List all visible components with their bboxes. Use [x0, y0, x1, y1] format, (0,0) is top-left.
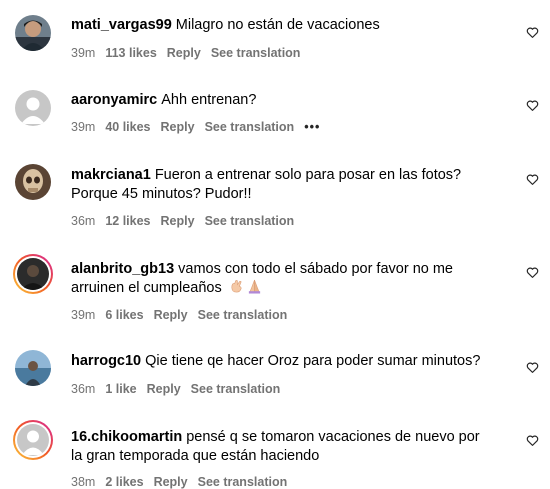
default-avatar-icon [15, 90, 51, 126]
comment-text: alanbrito_gb13 vamos con todo el sábado p… [71, 260, 511, 298]
comment-body: Ahh entrenan? [161, 92, 257, 108]
comment-username[interactable]: 16.chikoomartin [71, 429, 182, 445]
comment-text: 16.chikoomartin pensé q se tomaron vacaci… [71, 428, 511, 466]
comment-username[interactable]: mati_vargas99 [71, 17, 172, 33]
comment-meta: 36m 1 like Reply See translation [71, 382, 290, 396]
comment-username[interactable]: makrciana1 [71, 167, 151, 183]
likes-count[interactable]: 12 likes [105, 214, 150, 228]
comment-body-line2: la gran temporada que están haciendo [71, 448, 320, 464]
comment-body: Qie tiene qe hacer Oroz para poder sumar… [145, 353, 481, 369]
see-translation-link[interactable]: See translation [211, 46, 301, 60]
heart-icon[interactable] [526, 26, 539, 39]
avatar[interactable] [13, 420, 53, 460]
avatar[interactable] [13, 254, 53, 294]
likes-count[interactable]: 1 like [105, 382, 136, 396]
hand-gesture-emoji [231, 280, 242, 293]
photo-man-icon [15, 15, 51, 51]
reply-button[interactable]: Reply [167, 46, 201, 60]
comment-time: 36m [71, 214, 96, 228]
see-translation-link[interactable]: See translation [205, 214, 295, 228]
comment-username[interactable]: harrogc10 [71, 353, 141, 369]
avatar[interactable] [15, 90, 51, 126]
comment-body-line2: Porque 45 minutos? Pudor!! [71, 186, 252, 202]
comment-username[interactable]: alanbrito_gb13 [71, 261, 174, 277]
reply-button[interactable]: Reply [154, 308, 188, 322]
comment-time: 39m [71, 120, 96, 134]
reply-button[interactable]: Reply [154, 475, 188, 489]
reply-button[interactable]: Reply [147, 382, 181, 396]
reply-button[interactable]: Reply [161, 120, 195, 134]
avatar[interactable] [15, 164, 51, 200]
comment-text: harrogc10 Qie tiene qe hacer Oroz para po… [71, 352, 511, 371]
heart-icon[interactable] [526, 173, 539, 186]
comment-body-line2: arruinen el cumpleaños [71, 280, 222, 296]
comment-meta: 36m 12 likes Reply See translation [71, 214, 304, 228]
photo-dark-icon [17, 258, 49, 290]
comment-meta: 39m 113 likes Reply See translation [71, 46, 310, 60]
photo-landscape-icon [15, 350, 51, 386]
heart-icon[interactable] [526, 266, 539, 279]
comment-time: 36m [71, 382, 96, 396]
heart-icon[interactable] [526, 361, 539, 374]
comment-text: makrciana1 Fueron a entrenar solo para po… [71, 166, 511, 204]
comment-body: pensé q se tomaron vacaciones de nuevo p… [186, 429, 480, 445]
comment-meta: 38m 2 likes Reply See translation [71, 475, 297, 489]
comment-time: 38m [71, 475, 96, 489]
comment-body: Milagro no están de vacaciones [175, 17, 380, 33]
comment-text: aaronyamirc Ahh entrenan? [71, 91, 511, 110]
likes-count[interactable]: 40 likes [105, 120, 150, 134]
comment-body: vamos con todo el sábado por favor no me [178, 261, 453, 277]
default-avatar-icon [17, 424, 49, 456]
more-options-icon[interactable]: ••• [304, 120, 320, 134]
likes-count[interactable]: 2 likes [105, 475, 143, 489]
comment-meta: 39m 40 likes Reply See translation ••• [71, 120, 330, 134]
comment-time: 39m [71, 46, 96, 60]
comment-meta: 39m 6 likes Reply See translation [71, 308, 297, 322]
comment-username[interactable]: aaronyamirc [71, 92, 157, 108]
praying-hands-emoji [248, 279, 260, 294]
comment-text: mati_vargas99 Milagro no están de vacacio… [71, 16, 511, 35]
likes-count[interactable]: 113 likes [105, 46, 156, 60]
heart-icon[interactable] [526, 434, 539, 447]
comment-body: Fueron a entrenar solo para posar en las… [154, 167, 462, 183]
see-translation-link[interactable]: See translation [191, 382, 281, 396]
see-translation-link[interactable]: See translation [198, 475, 288, 489]
see-translation-link[interactable]: See translation [198, 308, 288, 322]
heart-icon[interactable] [526, 99, 539, 112]
likes-count[interactable]: 6 likes [105, 308, 143, 322]
avatar[interactable] [15, 15, 51, 51]
comment-time: 39m [71, 308, 96, 322]
see-translation-link[interactable]: See translation [205, 120, 295, 134]
avatar[interactable] [15, 350, 51, 386]
photo-skull-icon [15, 164, 51, 200]
reply-button[interactable]: Reply [161, 214, 195, 228]
